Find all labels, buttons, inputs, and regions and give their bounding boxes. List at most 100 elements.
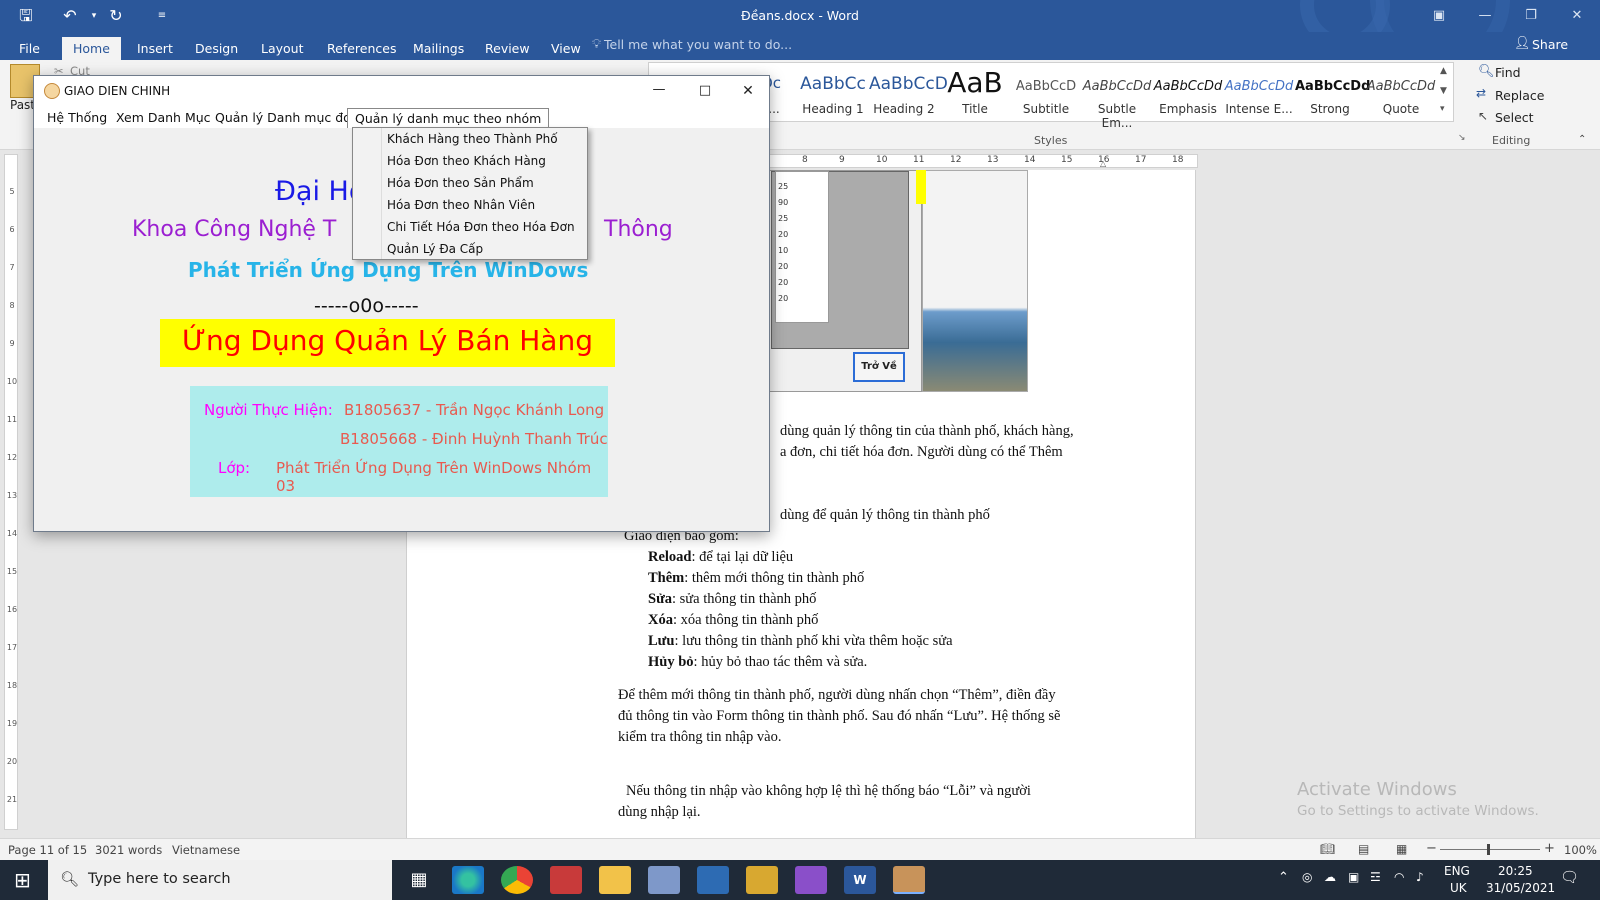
tab-file[interactable]: File bbox=[8, 37, 51, 60]
style-label-strong[interactable]: Strong bbox=[1294, 102, 1366, 116]
zoom-out-icon[interactable]: − bbox=[1426, 841, 1437, 856]
replace-button[interactable]: Replace bbox=[1495, 88, 1544, 103]
style-label-title[interactable]: Title bbox=[939, 102, 1011, 116]
paint-icon[interactable] bbox=[648, 866, 680, 894]
tab-insert[interactable]: Insert bbox=[126, 37, 184, 60]
style-preview-strong[interactable]: AaBbCcDd bbox=[1295, 79, 1370, 94]
app-close-icon[interactable]: ✕ bbox=[728, 78, 768, 104]
zoom-in-icon[interactable]: + bbox=[1544, 841, 1555, 856]
app-minimize-icon[interactable]: — bbox=[636, 78, 682, 104]
restore-icon[interactable]: ❐ bbox=[1508, 0, 1554, 32]
gallery-more-icon[interactable]: ▾ bbox=[1440, 104, 1445, 114]
right-indent-marker-icon[interactable]: △ bbox=[1100, 159, 1106, 168]
zoom-level[interactable]: 100% bbox=[1564, 843, 1597, 857]
chrome-icon[interactable] bbox=[501, 866, 533, 894]
app-icon-1[interactable] bbox=[550, 866, 582, 894]
menu-xem-danh-muc[interactable]: Xem Danh Mục bbox=[109, 108, 218, 128]
web-layout-icon[interactable]: ▦ bbox=[1396, 842, 1407, 856]
print-layout-icon[interactable]: ▤ bbox=[1358, 842, 1369, 856]
tab-review[interactable]: Review bbox=[474, 37, 541, 60]
tab-references[interactable]: References bbox=[316, 37, 407, 60]
volume-icon[interactable]: ♪ bbox=[1416, 870, 1424, 884]
menu-quan-ly-danh-muc-theo-nhom[interactable]: Quản lý danh mục theo nhóm bbox=[347, 108, 550, 128]
computer-icon[interactable] bbox=[697, 866, 729, 894]
clock-date[interactable]: 31/05/2021 bbox=[1486, 881, 1555, 895]
share-button[interactable]: Share bbox=[1532, 37, 1568, 52]
style-label-subtitle[interactable]: Subtitle bbox=[1010, 102, 1082, 116]
minimize-icon[interactable]: — bbox=[1462, 0, 1508, 32]
style-label-emphasis[interactable]: Emphasis bbox=[1152, 102, 1224, 116]
style-preview-intense-emphasis[interactable]: AaBbCcDd bbox=[1224, 79, 1294, 94]
style-preview-title[interactable]: AaB bbox=[940, 66, 1010, 99]
cloud-icon[interactable]: ☁ bbox=[1324, 870, 1336, 884]
zoom-slider[interactable] bbox=[1440, 849, 1540, 850]
find-icon[interactable]: 🔍︎ bbox=[1478, 64, 1495, 79]
banner-title: Ứng Dụng Quản Lý Bán Hàng bbox=[181, 324, 593, 357]
find-button[interactable]: Find bbox=[1495, 65, 1521, 80]
gallery-scroll-up-icon[interactable]: ▲ bbox=[1440, 66, 1447, 76]
style-preview-emphasis[interactable]: AaBbCcDd bbox=[1153, 79, 1223, 94]
select-button[interactable]: Select bbox=[1495, 110, 1534, 125]
input-region[interactable]: UK bbox=[1450, 881, 1467, 895]
notifications-icon[interactable]: 🗨︎ bbox=[1560, 868, 1579, 886]
word-icon[interactable]: W bbox=[844, 866, 876, 894]
menu-item-hoa-don-theo-nhan-vien[interactable]: Hóa Đơn theo Nhân Viên bbox=[354, 195, 586, 216]
tab-home[interactable]: Home bbox=[62, 37, 121, 60]
menu-item-hoa-don-theo-khach-hang[interactable]: Hóa Đơn theo Khách Hàng bbox=[354, 151, 586, 172]
tab-mailings[interactable]: Mailings bbox=[402, 37, 475, 60]
style-preview-subtle-emphasis[interactable]: AaBbCcDd bbox=[1082, 79, 1152, 94]
class-label: Lớp: bbox=[218, 459, 251, 477]
style-label-heading1[interactable]: Heading 1 bbox=[797, 102, 869, 116]
app-window[interactable]: GIAO DIEN CHINH — □ ✕ Hệ Thống Xem Danh … bbox=[33, 75, 770, 532]
wifi-icon[interactable]: ◠ bbox=[1394, 870, 1404, 884]
word-count[interactable]: 3021 words bbox=[95, 843, 162, 857]
style-preview-heading2[interactable]: AaBbCcD bbox=[869, 74, 948, 94]
style-preview-subtitle[interactable]: AaBbCcD bbox=[1011, 79, 1081, 94]
tray-icon[interactable]: ▣ bbox=[1348, 870, 1359, 884]
menu-item-chi-tiet-hoa-don[interactable]: Chi Tiết Hóa Đơn theo Hóa Đơn bbox=[354, 217, 586, 238]
menu-he-thong[interactable]: Hệ Thống bbox=[40, 108, 114, 128]
close-icon[interactable]: ✕ bbox=[1554, 0, 1600, 32]
style-preview-quote[interactable]: AaBbCcDd bbox=[1366, 79, 1436, 94]
running-app-icon[interactable] bbox=[893, 866, 925, 894]
windows-start-icon[interactable]: ⊞ bbox=[14, 868, 31, 892]
tab-view[interactable]: View bbox=[540, 37, 592, 60]
collapse-ribbon-icon[interactable]: ⌃ bbox=[1578, 134, 1586, 145]
styles-dialog-launcher-icon[interactable]: ↘ bbox=[1458, 133, 1466, 143]
ribbon-display-options-icon[interactable]: ▣ bbox=[1416, 0, 1462, 32]
menu-item-hoa-don-theo-san-pham[interactable]: Hóa Đơn theo Sản Phẩm bbox=[354, 173, 586, 194]
style-label-heading2[interactable]: Heading 2 bbox=[868, 102, 940, 116]
vertical-ruler[interactable]: 5 6 7 8 9 10 11 12 13 14 15 16 17 18 19 … bbox=[4, 154, 18, 830]
gallery-scroll-down-icon[interactable]: ▼ bbox=[1440, 86, 1447, 96]
tab-design[interactable]: Design bbox=[184, 37, 249, 60]
edge-icon[interactable] bbox=[452, 866, 484, 894]
network-icon[interactable]: ☲ bbox=[1370, 870, 1381, 884]
input-language[interactable]: ENG bbox=[1444, 864, 1470, 878]
style-label-subtle-emphasis[interactable]: Subtle Em... bbox=[1081, 102, 1153, 130]
read-mode-icon[interactable]: 📖︎ bbox=[1320, 842, 1335, 856]
paste-button[interactable]: Past bbox=[10, 98, 35, 112]
task-view-icon[interactable]: ▦ bbox=[403, 866, 435, 894]
replace-icon[interactable]: ⇄ bbox=[1476, 86, 1486, 100]
style-label-intense-emphasis[interactable]: Intense E... bbox=[1223, 102, 1295, 116]
language-status[interactable]: Vietnamese bbox=[172, 843, 240, 857]
star-app-icon[interactable] bbox=[746, 866, 778, 894]
visual-studio-icon[interactable] bbox=[795, 866, 827, 894]
clock-time[interactable]: 20:25 bbox=[1498, 864, 1533, 878]
zoom-slider-thumb[interactable] bbox=[1487, 844, 1490, 855]
tray-camera-icon[interactable]: ◎ bbox=[1302, 870, 1312, 884]
taskbar-search-box[interactable]: 🔍︎ Type here to search bbox=[48, 860, 392, 900]
menu-item-quan-ly-da-cap[interactable]: Quản Lý Đa Cấp bbox=[354, 239, 586, 260]
file-explorer-icon[interactable] bbox=[599, 866, 631, 894]
tray-chevron-icon[interactable]: ⌃ bbox=[1278, 870, 1289, 885]
page-count[interactable]: Page 11 of 15 bbox=[8, 843, 87, 857]
select-icon[interactable]: ↖ bbox=[1478, 109, 1488, 123]
ruler-number: 18 bbox=[1172, 155, 1184, 165]
style-label-quote[interactable]: Quote bbox=[1365, 102, 1437, 116]
menu-item-khach-hang-theo-thanh-pho[interactable]: Khách Hàng theo Thành Phố bbox=[354, 129, 586, 150]
menu-quan-ly-danh-muc-don[interactable]: Quản lý Danh mục đơn bbox=[208, 108, 366, 128]
tell-me-search[interactable]: Tell me what you want to do... bbox=[604, 37, 792, 52]
style-preview-heading1[interactable]: AaBbCc bbox=[798, 74, 868, 94]
tab-layout[interactable]: Layout bbox=[250, 37, 315, 60]
app-maximize-icon[interactable]: □ bbox=[682, 78, 728, 104]
